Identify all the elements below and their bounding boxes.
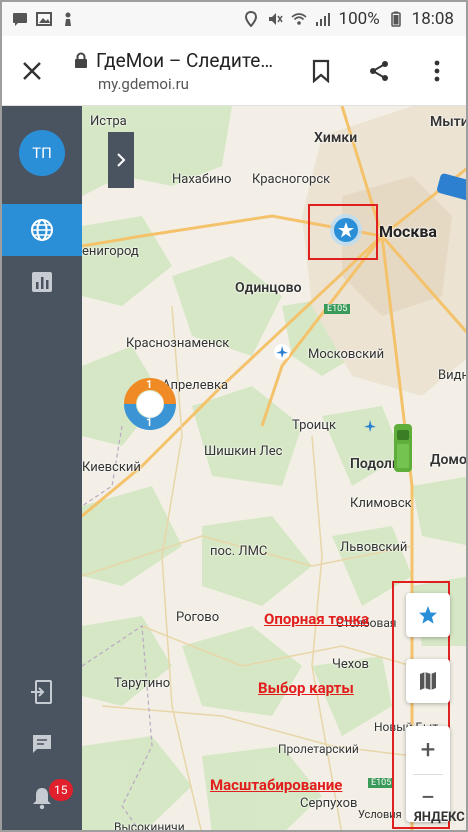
map-label: Одинцово	[235, 280, 302, 296]
battery-icon	[390, 11, 401, 27]
lock-icon	[75, 52, 87, 68]
sidebar-item-map[interactable]	[2, 204, 82, 256]
map-label: Высокиничи	[114, 820, 185, 832]
page-url[interactable]: my.gdemoi.ru	[74, 75, 292, 93]
yandex-logo: ЯНДЕКС	[414, 810, 465, 825]
bookmark-icon	[312, 59, 330, 83]
vehicle-blue-icon[interactable]	[434, 172, 468, 202]
cluster-count-bottom: 1	[146, 416, 153, 429]
message-icon	[13, 13, 27, 26]
map-label: Московский	[308, 347, 385, 362]
notification-badge: 15	[49, 779, 73, 801]
map-label: Видное	[438, 368, 466, 383]
bookmark-button[interactable]	[292, 36, 350, 106]
clock: 18:08	[411, 9, 454, 29]
battery-percent: 100%	[338, 9, 380, 29]
share-icon	[370, 60, 388, 81]
map-label: енигород	[82, 244, 139, 259]
map-label: Нахабино	[172, 172, 232, 187]
chevron-right-icon	[117, 153, 126, 167]
screen: 100% 18:08 ГдеМои – Следите… my.gdemoi.r…	[0, 0, 468, 832]
close-tab-button[interactable]	[2, 36, 62, 106]
chat-icon	[33, 735, 51, 753]
browser-toolbar: ГдеМои – Следите… my.gdemoi.ru	[2, 36, 466, 106]
map-label: Истра	[90, 114, 127, 129]
expand-panel-button[interactable]	[108, 132, 134, 188]
reference-point-button[interactable]	[406, 593, 450, 637]
map-icon	[420, 672, 436, 690]
map-label: Шишкин Лес	[204, 444, 283, 459]
sidebar-item-messages[interactable]	[2, 718, 82, 770]
close-icon	[23, 61, 41, 80]
mute-icon	[268, 13, 283, 25]
sidebar-item-notifications[interactable]	[2, 772, 82, 824]
map-label: Мыти	[430, 114, 468, 130]
more-vert-icon	[434, 60, 440, 81]
status-bar: 100% 18:08	[2, 2, 466, 36]
vehicle-green-icon[interactable]	[392, 422, 414, 474]
annotation-reference-point: Опорная точка	[264, 610, 370, 628]
map-label: Киевский	[82, 460, 141, 475]
share-button[interactable]	[350, 36, 408, 106]
map-label: пос. ЛМС	[210, 544, 268, 559]
map-label: Химки	[314, 130, 358, 146]
road-sign: E105	[324, 304, 351, 314]
bar-chart-icon	[32, 272, 52, 292]
cluster-count-top: 1	[146, 378, 153, 391]
sidebar-item-logout[interactable]	[2, 666, 82, 718]
zoom-in-button[interactable]: +	[406, 726, 450, 774]
map-label: Краснознаменск	[126, 336, 230, 351]
chess-icon	[65, 12, 71, 26]
signal-icon	[315, 13, 330, 26]
map-label: Львовский	[340, 540, 408, 555]
map-label: Троицк	[292, 418, 337, 433]
map-label: Серпухов	[300, 796, 358, 811]
road-sign: E105	[368, 778, 395, 788]
map-label: Климовск	[350, 496, 412, 511]
map-label: Тарутино	[114, 676, 171, 691]
sidebar: ТП	[2, 106, 82, 830]
star-icon	[419, 606, 437, 624]
highlight-box	[308, 204, 378, 260]
annotation-zoom: Масштабирование	[210, 776, 343, 794]
page-title-area: ГдеМои – Следите… my.gdemoi.ru	[62, 49, 292, 93]
map-label: Красногорск	[252, 172, 331, 187]
map-label: Домод	[430, 452, 467, 468]
globe-icon	[31, 219, 53, 241]
map-label: Рогово	[176, 610, 220, 625]
airport-icon	[364, 420, 376, 432]
zoom-control: + −	[406, 726, 450, 822]
location-icon	[244, 11, 257, 27]
more-menu-button[interactable]	[408, 36, 466, 106]
map-label: Пролетарский	[278, 742, 359, 756]
avatar[interactable]: ТП	[19, 130, 65, 176]
logout-icon	[31, 680, 52, 704]
map-label: Чехов	[332, 657, 369, 672]
page-title: ГдеМои – Следите…	[96, 48, 274, 72]
sidebar-item-reports[interactable]	[2, 256, 82, 308]
map-label: Москва	[379, 222, 437, 241]
wifi-icon	[291, 13, 307, 25]
image-icon	[36, 12, 52, 26]
map-type-button[interactable]	[406, 659, 450, 703]
airport-icon	[274, 344, 290, 360]
annotation-map-choice: Выбор карты	[258, 679, 354, 697]
